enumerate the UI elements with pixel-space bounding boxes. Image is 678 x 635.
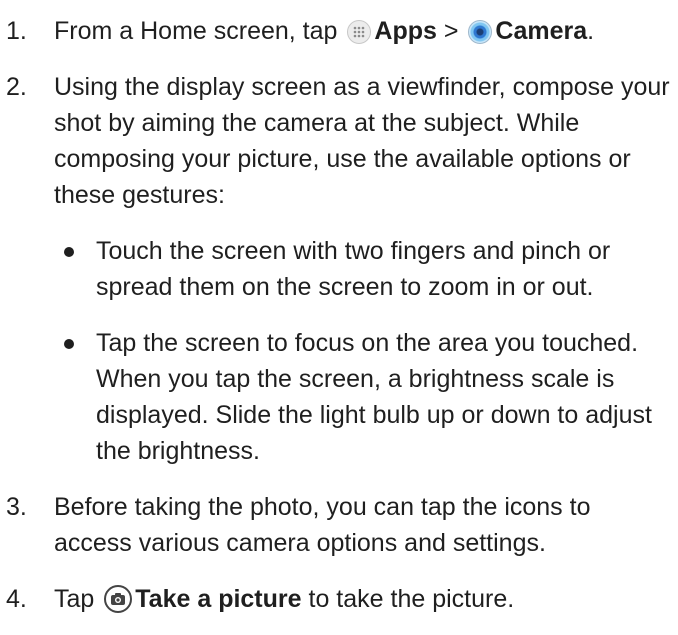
bullet-text: Tap the screen to focus on the area you … xyxy=(96,329,652,465)
step-2: 2. Using the display screen as a viewfin… xyxy=(0,69,678,469)
camera-app-icon xyxy=(468,20,493,44)
step-4-text-start: Tap xyxy=(54,585,95,613)
step-1-period: . xyxy=(587,17,595,45)
step-number: 1. xyxy=(6,17,27,45)
camera-label: Camera xyxy=(495,17,588,45)
list-item: Tap the screen to focus on the area you … xyxy=(54,325,672,469)
step-3: 3. Before taking the photo, you can tap … xyxy=(0,489,678,561)
step-number: 2. xyxy=(6,73,27,101)
step-3-text: Before taking the photo, you can tap the… xyxy=(54,493,591,557)
gesture-list: Touch the screen with two fingers and pi… xyxy=(54,233,672,469)
bullet-icon xyxy=(64,247,74,257)
take-picture-label: Take a picture xyxy=(135,585,302,613)
instructions-document: 1. From a Home screen, tap Apps > Camera… xyxy=(0,0,678,635)
step-number: 4. xyxy=(6,585,27,613)
bullet-icon xyxy=(64,339,74,349)
step-1-text-start: From a Home screen, tap xyxy=(54,17,338,45)
take-picture-icon xyxy=(104,585,133,613)
menu-separator: > xyxy=(443,17,459,45)
apps-grid-icon xyxy=(347,20,372,44)
step-1: 1. From a Home screen, tap Apps > Camera… xyxy=(0,13,678,49)
apps-label: Apps xyxy=(374,17,437,45)
step-4-text-end: to take the picture. xyxy=(308,585,515,613)
list-item: Touch the screen with two fingers and pi… xyxy=(54,233,672,305)
step-number: 3. xyxy=(6,493,27,521)
step-2-text: Using the display screen as a viewfinder… xyxy=(54,73,670,209)
step-4: 4. Tap Take a picture to take the pictur… xyxy=(0,581,678,617)
bullet-text: Touch the screen with two fingers and pi… xyxy=(96,237,611,301)
